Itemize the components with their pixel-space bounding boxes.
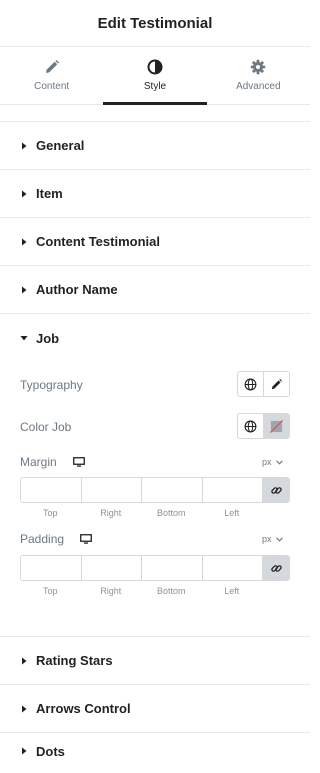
pencil-icon: [45, 60, 59, 73]
margin-unit-select[interactable]: px: [262, 457, 283, 467]
tab-content-label: Content: [34, 81, 70, 92]
margin-link-button[interactable]: [263, 478, 289, 502]
padding-label: Padding: [20, 532, 65, 546]
caret-right-icon: [22, 747, 27, 755]
margin-bottom-input[interactable]: [142, 478, 203, 502]
caret-right-icon: [22, 142, 27, 149]
margin-bottom-label: Bottom: [156, 508, 186, 518]
typography-controls: [237, 371, 290, 397]
padding-unit-value: px: [262, 534, 272, 544]
color-swatch-button[interactable]: [263, 414, 289, 438]
caret-right-icon: [22, 286, 27, 293]
color-global-button[interactable]: [238, 414, 263, 438]
chevron-down-icon: [275, 536, 283, 542]
margin-right-input[interactable]: [81, 478, 142, 502]
globe-icon: [244, 420, 257, 432]
margin-top-input[interactable]: [21, 478, 82, 502]
padding-bottom-label: Bottom: [156, 586, 186, 596]
gear-icon: [251, 59, 266, 75]
caret-right-icon: [22, 705, 27, 712]
margin-inputs: [20, 477, 290, 503]
caret-right-icon: [22, 190, 27, 197]
typography-edit-button[interactable]: [263, 372, 289, 396]
padding-link-button[interactable]: [263, 556, 289, 580]
margin-left-label: Left: [224, 508, 240, 518]
padding-right-label: Right: [100, 586, 122, 596]
color-job-controls: [237, 413, 290, 439]
padding-unit-select[interactable]: px: [262, 534, 283, 544]
margin-left-input[interactable]: [202, 478, 263, 502]
contrast-icon: [147, 59, 163, 75]
section-rating-stars[interactable]: Rating Stars: [0, 636, 310, 685]
padding-left-label: Left: [224, 586, 240, 596]
desktop-icon[interactable]: [80, 534, 92, 544]
section-content-testimonial[interactable]: Content Testimonial: [0, 218, 310, 266]
tab-advanced-label: Advanced: [236, 81, 281, 92]
margin-right-label: Right: [100, 508, 122, 518]
tab-content[interactable]: Content: [0, 47, 103, 104]
typography-label: Typography: [20, 378, 83, 392]
chevron-down-icon: [275, 459, 283, 465]
pencil-icon: [271, 378, 282, 389]
padding-inputs: [20, 555, 290, 581]
section-dots[interactable]: Dots: [0, 733, 310, 773]
panel-header: Edit Testimonial: [0, 0, 310, 47]
link-icon: [270, 564, 282, 572]
margin-unit-value: px: [262, 457, 272, 467]
tab-style-label: Style: [143, 81, 167, 92]
section-arrows-control[interactable]: Arrows Control: [0, 685, 310, 733]
link-icon: [270, 486, 282, 494]
section-job[interactable]: Job: [0, 314, 310, 362]
padding-left-input[interactable]: [202, 556, 263, 580]
margin-side-labels: Top Right Bottom Left: [20, 508, 262, 518]
globe-icon: [244, 378, 257, 390]
padding-side-labels: Top Right Bottom Left: [20, 586, 262, 596]
color-job-label: Color Job: [20, 420, 72, 434]
empty-color-swatch-icon: [270, 419, 283, 433]
padding-right-input[interactable]: [81, 556, 142, 580]
tab-bar: Content Style Advanced: [0, 47, 310, 105]
desktop-icon[interactable]: [73, 457, 85, 467]
caret-right-icon: [22, 657, 27, 664]
section-item[interactable]: Item: [0, 170, 310, 218]
padding-bottom-input[interactable]: [142, 556, 203, 580]
margin-top-label: Top: [42, 508, 58, 518]
section-author-name[interactable]: Author Name: [0, 266, 310, 314]
padding-top-input[interactable]: [21, 556, 82, 580]
panel-title: Edit Testimonial: [97, 14, 213, 32]
padding-top-label: Top: [42, 586, 58, 596]
margin-label: Margin: [20, 455, 57, 469]
section-general[interactable]: General: [0, 121, 310, 170]
typography-global-button[interactable]: [238, 372, 263, 396]
caret-down-icon: [20, 336, 28, 341]
tab-style[interactable]: Style: [103, 47, 207, 105]
tab-advanced[interactable]: Advanced: [207, 47, 310, 104]
caret-right-icon: [22, 238, 27, 245]
